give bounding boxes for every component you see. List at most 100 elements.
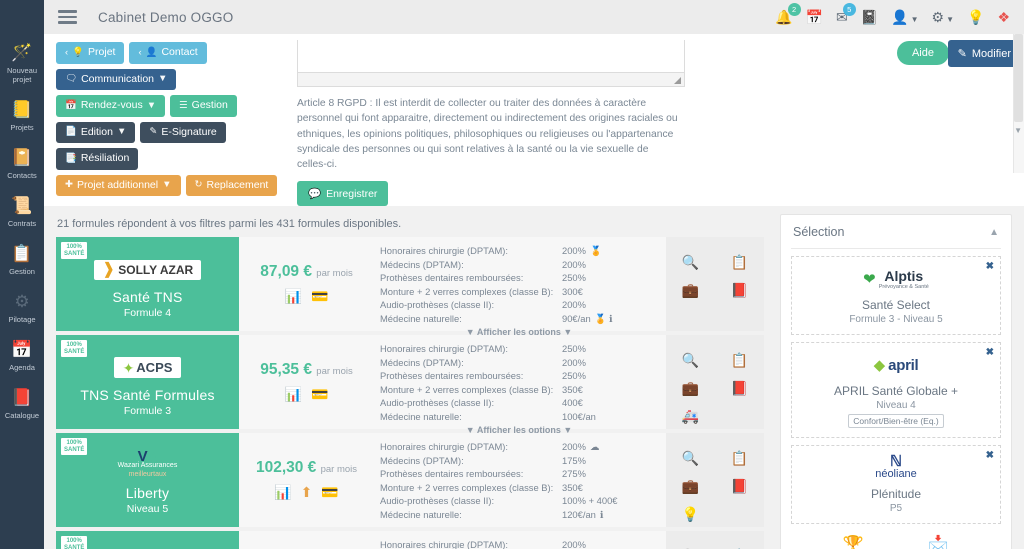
textarea-resize-handle[interactable]	[297, 73, 685, 87]
close-icon[interactable]: ✖	[986, 347, 994, 358]
card-action-book[interactable]: 📕	[715, 374, 764, 402]
toolbar-button-gestion[interactable]: ☰ Gestion	[170, 95, 237, 117]
toolbar-button-projet-additionnel[interactable]: ✚ Projet additionnel ▼	[56, 174, 181, 197]
selection-item[interactable]: ✖ ℕnéoliane Plénitude P5	[791, 445, 1001, 525]
sidebar-item-catalogue[interactable]: 📕 Catalogue	[0, 379, 44, 427]
card-price-block: 95,35 € par mois 📊 💳	[239, 335, 374, 429]
selection-item[interactable]: ✖ ◆ april APRIL Santé Globale + Niveau 4 Conf…	[791, 342, 1001, 439]
sidebar-item-contacts[interactable]: 📔 Contacts	[0, 139, 44, 187]
card-action-clipboard[interactable]: 💼	[666, 374, 715, 402]
card-action-clipboard[interactable]: 💼	[666, 276, 715, 304]
card-action-search[interactable]: 🔍	[666, 542, 715, 549]
price-period: par mois	[320, 464, 358, 476]
settings-gear-icon[interactable]: ⚙ ▼	[932, 10, 954, 24]
book-icon[interactable]: 📓	[861, 10, 878, 24]
guarantee-value: 175%	[562, 454, 586, 466]
toolbar-button-e-signature[interactable]: ✎ E-Signature	[140, 121, 226, 144]
bar-chart-icon[interactable]: 📊	[285, 386, 302, 403]
guarantee-row: Honoraires chirurgie (DPTAM): 200%	[380, 538, 658, 549]
payment-card-icon[interactable]: 💳	[321, 484, 338, 501]
offer-card[interactable]: 100% SANTÉ ❱ SOLLY AZAR Santé TNS Formule 4 87…	[56, 237, 764, 337]
save-button-label: Enregistrer	[326, 187, 378, 200]
toolbar-button-replacement[interactable]: ↻ Replacement	[185, 174, 278, 197]
card-action-lightbulb[interactable]: 💡	[666, 500, 715, 528]
calendar-icon[interactable]: 📅	[806, 10, 823, 24]
toolbar-button-edition[interactable]: 📄 Edition ▼	[56, 121, 136, 144]
panel-scrollbar[interactable]: ▼	[1013, 34, 1024, 173]
toolbar-button-communication[interactable]: 🗨 Communication ▼	[56, 68, 177, 91]
send-mail-icon[interactable]: 📩	[928, 535, 949, 549]
card-action-search[interactable]: 🔍	[666, 248, 715, 276]
back-chevron-icon: ‹	[138, 46, 142, 58]
scrollbar-thumb[interactable]	[1014, 34, 1023, 122]
payment-card-icon[interactable]: 💳	[311, 288, 328, 305]
sidebar-item-gestion[interactable]: 📋 Gestion	[0, 235, 44, 283]
brand-logo-wazari: VA Wazari Assurances meilleurtaux	[117, 448, 178, 479]
card-action-search[interactable]: 🔍	[666, 444, 715, 472]
save-button[interactable]: 💬 Enregistrer	[297, 181, 389, 207]
comment-textarea[interactable]	[297, 40, 685, 73]
toolbar-button-projet[interactable]: ‹ 💡 Projet	[56, 42, 125, 64]
guarantee-label: Audio-prothèses (classe II):	[380, 495, 495, 507]
card-action-document-list[interactable]: 📋	[715, 542, 764, 549]
offer-card[interactable]: 100% SANTÉ ✦ ACPS TNS Santé Formules Formule …	[56, 335, 764, 435]
aide-button[interactable]: Aide	[896, 41, 949, 65]
selection-item-level: Formule 3 - Niveau 5	[849, 314, 943, 326]
card-action-document-list[interactable]: 📋	[715, 248, 764, 276]
bar-chart-icon[interactable]: 📊	[285, 288, 302, 305]
card-action-panel: 🔍📋💼📕	[666, 237, 764, 332]
card-action-document-list[interactable]: 📋	[715, 444, 764, 472]
sidebar-item-projets[interactable]: 📒 Projets	[0, 91, 44, 139]
guarantee-value: 250%	[562, 343, 586, 355]
selection-item[interactable]: ✖ ❤ Alptis Prévoyance & Santé Santé Select Fo…	[791, 256, 1001, 336]
offer-name: Santé TNS	[112, 288, 183, 305]
guarantee-label: Médecins (DPTAM):	[380, 454, 464, 466]
sidebar-item-agenda[interactable]: 📅 Agenda	[0, 331, 44, 379]
upload-icon[interactable]: ⬆	[301, 484, 313, 501]
payment-card-icon[interactable]: 💳	[311, 386, 328, 403]
guarantee-label: Monture + 2 verres complexes (classe B):	[380, 481, 554, 493]
card-action-search[interactable]: 🔍	[666, 346, 715, 374]
toolbar-button-r-siliation[interactable]: 📑 Résiliation	[56, 148, 139, 170]
hamburger-menu-icon[interactable]	[50, 10, 84, 24]
sidebar-item-pilotage[interactable]: ⚙ Pilotage	[0, 283, 44, 331]
user-menu-icon[interactable]: 👤 ▼	[891, 10, 918, 24]
form-right-zone: Article 8 RGPD : Il est interdit de coll…	[289, 34, 1024, 207]
sidebar-item-label: Nouveau projet	[6, 66, 38, 84]
guarantee-value: 100% + 400€	[562, 495, 618, 507]
lightbulb-icon[interactable]: 💡	[967, 10, 984, 24]
offer-card[interactable]: 100% SANTÉ VA Wazari Assurances meilleurtaux…	[56, 433, 764, 528]
project-action-panel: ‹ 💡 Projet ‹ 👤 Contact 🗨 Communication ▼ 📅 Rendez-…	[44, 34, 1024, 207]
scroll-down-arrow-icon[interactable]: ▼	[1014, 126, 1022, 135]
chevron-up-icon[interactable]: ▲	[989, 227, 999, 238]
modifier-button[interactable]: ✎ Modifier	[947, 40, 1021, 67]
badge-100-sante: 100% SANTÉ	[61, 340, 88, 358]
communication-icon: 🗨	[65, 73, 78, 85]
apps-grid-icon[interactable]: ❖	[997, 10, 1010, 24]
guarantee-value: 400€	[562, 397, 583, 409]
list-icon: ☰	[179, 99, 188, 111]
selection-item-list: ✖ ❤ Alptis Prévoyance & Santé Santé Select Fo…	[781, 256, 1011, 525]
card-action-clipboard[interactable]: 💼	[666, 472, 715, 500]
close-icon[interactable]: ✖	[986, 261, 994, 272]
selection-header: Sélection ▲	[781, 215, 1011, 248]
podium-compare-icon[interactable]: 🏆	[843, 535, 864, 549]
toolbar-button-rendez-vous[interactable]: 📅 Rendez-vous ▼	[56, 95, 166, 117]
envelope-icon[interactable]: ✉ 5	[836, 3, 856, 24]
card-action-document-list[interactable]: 📋	[715, 346, 764, 374]
card-action-book[interactable]: 📕	[715, 276, 764, 304]
toolbar-button-contact[interactable]: ‹ 👤 Contact	[129, 42, 207, 64]
card-action-book[interactable]: 📕	[715, 472, 764, 500]
bell-icon[interactable]: 🔔 2	[775, 3, 801, 24]
bar-chart-icon[interactable]: 📊	[274, 484, 291, 501]
calendar-icon: 📅	[65, 99, 77, 111]
close-icon[interactable]: ✖	[986, 450, 994, 461]
guarantee-row: Honoraires chirurgie (DPTAM): 250%	[380, 342, 658, 355]
sidebar-item-nouveau-projet[interactable]: 🪄 Nouveau projet	[0, 34, 44, 91]
notification-badge: 2	[787, 3, 801, 16]
cancel-document-icon: 📑	[65, 152, 77, 164]
modifier-button-label: Modifier	[971, 47, 1011, 60]
card-action-ambulance[interactable]: 🚑	[666, 402, 715, 430]
offer-card[interactable]: 100%SANTÉ◔CEGEMACegema Equilibre103,37 €…	[56, 531, 764, 549]
sidebar-item-contrats[interactable]: 📜 Contrats	[0, 187, 44, 235]
